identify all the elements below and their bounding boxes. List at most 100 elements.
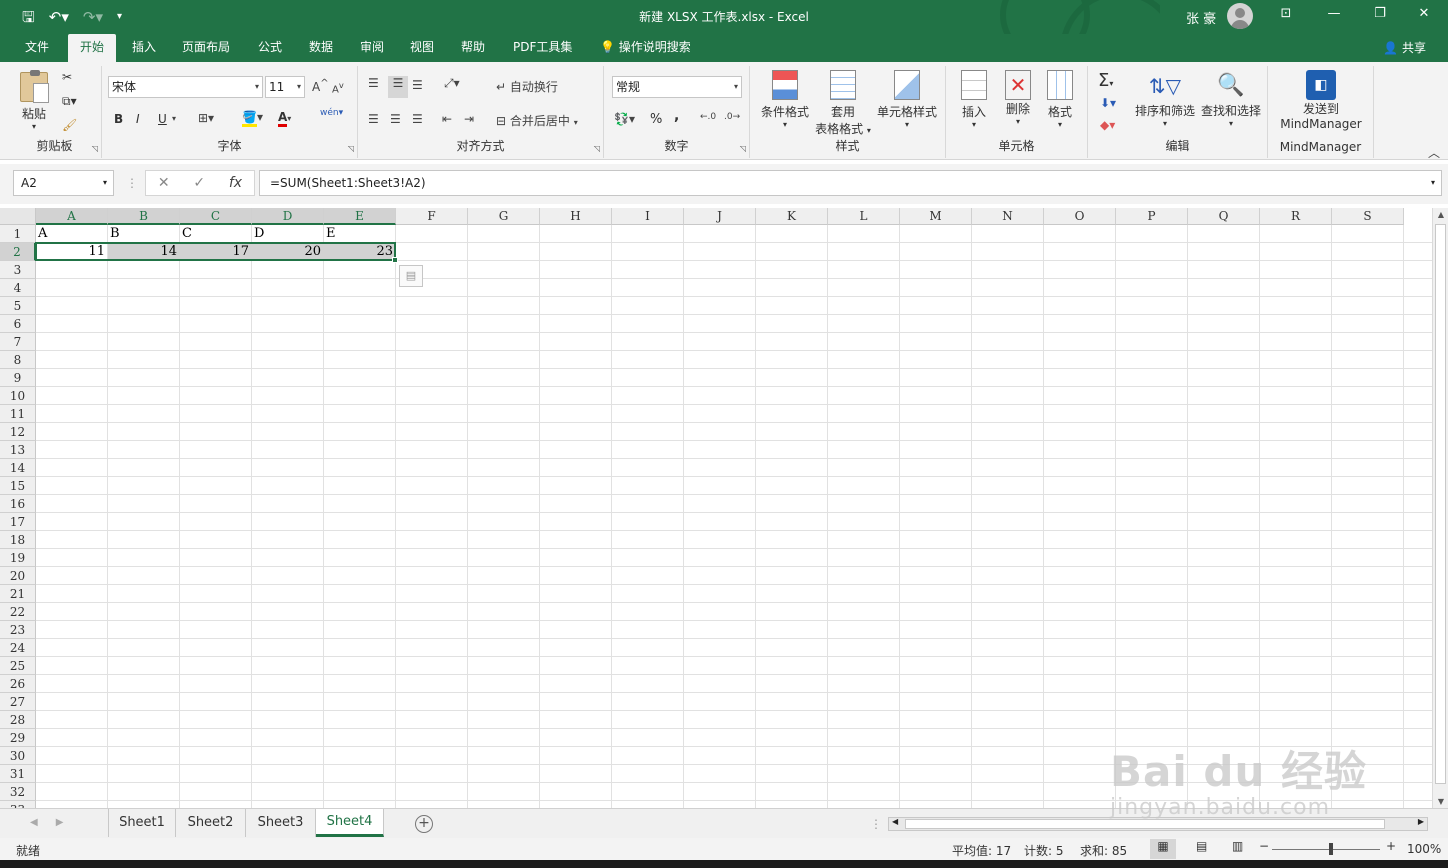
cell-styles-button[interactable]: 单元格样式 ▾ [874,70,940,129]
tab-data[interactable]: 数据 [297,34,345,62]
wrap-text-button[interactable]: ↵ 自动换行 [496,78,558,95]
horizontal-scroll-thumb[interactable] [905,819,1385,829]
align-middle-icon[interactable]: ☰ [388,76,408,98]
tab-home[interactable]: 开始 [68,34,117,62]
zoom-in-icon[interactable]: + [1386,839,1396,853]
zoom-level[interactable]: 100% [1407,842,1441,856]
tab-insert[interactable]: 插入 [120,34,168,62]
cancel-icon[interactable]: ✕ [158,175,170,191]
ribbon-display-icon[interactable]: ⊡ [1274,6,1298,21]
column-header-p[interactable]: P [1116,208,1188,225]
tell-me-search[interactable]: 💡 操作说明搜索 [588,34,703,62]
decrease-indent-icon[interactable]: ⇤ [442,112,452,126]
redo-icon[interactable]: ↷▾ [83,6,103,28]
row-header-1[interactable]: 1 [0,225,36,243]
row-header-8[interactable]: 8 [0,351,36,369]
row-header-32[interactable]: 32 [0,783,36,801]
user-name[interactable]: 张 豪 [1186,8,1216,27]
avatar[interactable] [1227,3,1253,29]
tab-view[interactable]: 视图 [398,34,446,62]
insert-function-icon[interactable]: fx [229,175,242,191]
accounting-format-icon[interactable]: 💱▾ [614,112,635,126]
row-header-33[interactable]: 33 [0,801,36,808]
vertical-scroll-thumb[interactable] [1435,224,1446,784]
cell-a1[interactable]: A [36,225,107,243]
add-sheet-icon[interactable]: + [415,815,433,833]
cut-icon[interactable]: ✂ [62,70,72,84]
merge-center-button[interactable]: ⊟ 合并后居中 ▾ [496,112,578,129]
align-center-icon[interactable]: ☰ [390,112,401,126]
worksheet-grid[interactable]: ABCDEFGHIJKLMNOPQRS 1 2 3 4 5 6 7 8 9 10 11 12 13 14 1… [0,208,1432,808]
tab-file[interactable]: 文件 [13,34,61,62]
column-header-j[interactable]: J [684,208,756,225]
sort-filter-button[interactable]: ⇅▽ 排序和筛选 ▾ [1132,70,1198,128]
decrease-decimal-icon[interactable]: .0→ [724,112,740,122]
row-header-23[interactable]: 23 [0,621,36,639]
borders-icon[interactable]: ⊞▾ [198,111,214,125]
clear-icon[interactable]: ◆▾ [1100,118,1115,132]
row-header-20[interactable]: 20 [0,567,36,585]
format-painter-icon[interactable]: 🖌 [62,118,77,132]
row-header-22[interactable]: 22 [0,603,36,621]
column-header-m[interactable]: M [900,208,972,225]
align-top-icon[interactable]: ☰ [368,76,379,90]
row-header-5[interactable]: 5 [0,297,36,315]
conditional-format-button[interactable]: 条件格式 ▾ [758,70,812,129]
row-header-17[interactable]: 17 [0,513,36,531]
undo-icon[interactable]: ↶▾ [49,6,69,28]
insert-cells-button[interactable]: 插入 ▾ [954,70,994,129]
copy-icon[interactable]: ⧉▾ [62,94,77,109]
paste-button[interactable]: 粘贴 ▾ [16,70,52,131]
cell-b1[interactable]: B [108,225,179,243]
horizontal-scrollbar[interactable]: ◀ ▶ [888,817,1428,831]
row-header-27[interactable]: 27 [0,693,36,711]
fill-handle[interactable] [392,257,398,263]
dialog-launcher-icon[interactable]: ◹ [594,144,600,153]
row-header-12[interactable]: 12 [0,423,36,441]
row-header-31[interactable]: 31 [0,765,36,783]
tab-help[interactable]: 帮助 [449,34,497,62]
column-header-b[interactable]: B [108,208,180,225]
sheet-tab-sheet1[interactable]: Sheet1 [108,809,176,837]
bold-button[interactable]: B [114,112,123,126]
minimize-icon[interactable]: — [1322,6,1346,21]
zoom-slider[interactable] [1272,849,1380,850]
column-header-r[interactable]: R [1260,208,1332,225]
name-box[interactable]: A2 ▾ [13,170,114,196]
scroll-left-icon[interactable]: ◀ [892,817,898,826]
format-cells-button[interactable]: 格式 ▾ [1040,70,1080,129]
scroll-right-icon[interactable]: ▶ [1418,817,1424,826]
row-header-24[interactable]: 24 [0,639,36,657]
column-header-c[interactable]: C [180,208,252,225]
row-header-6[interactable]: 6 [0,315,36,333]
cell-e1[interactable]: E [324,225,395,243]
column-header-q[interactable]: Q [1188,208,1260,225]
restore-icon[interactable]: ❐ [1368,6,1392,21]
row-header-11[interactable]: 11 [0,405,36,423]
normal-view-icon[interactable]: ▦ [1150,839,1176,859]
column-header-s[interactable]: S [1332,208,1404,225]
autosum-icon[interactable]: Σ▾ [1098,70,1113,91]
scroll-down-icon[interactable]: ▼ [1433,797,1448,806]
zoom-out-icon[interactable]: − [1259,839,1269,853]
sheet-tab-sheet2[interactable]: Sheet2 [176,809,246,837]
format-as-table-button[interactable]: 套用 表格格式 ▾ [812,70,874,137]
increase-decimal-icon[interactable]: ←.0 [700,112,716,122]
select-all-corner[interactable] [0,208,36,225]
row-header-10[interactable]: 10 [0,387,36,405]
column-header-l[interactable]: L [828,208,900,225]
tab-review[interactable]: 审阅 [348,34,396,62]
row-header-16[interactable]: 16 [0,495,36,513]
align-left-icon[interactable]: ☰ [368,112,379,126]
row-header-21[interactable]: 21 [0,585,36,603]
tab-page-layout[interactable]: 页面布局 [170,34,242,62]
fill-color-icon[interactable]: 🪣▾ [242,110,263,127]
column-header-g[interactable]: G [468,208,540,225]
row-header-14[interactable]: 14 [0,459,36,477]
align-right-icon[interactable]: ☰ [412,112,423,126]
dialog-launcher-icon[interactable]: ◹ [348,144,354,153]
row-header-25[interactable]: 25 [0,657,36,675]
underline-button[interactable]: U [158,112,167,126]
row-header-19[interactable]: 19 [0,549,36,567]
row-header-4[interactable]: 4 [0,279,36,297]
